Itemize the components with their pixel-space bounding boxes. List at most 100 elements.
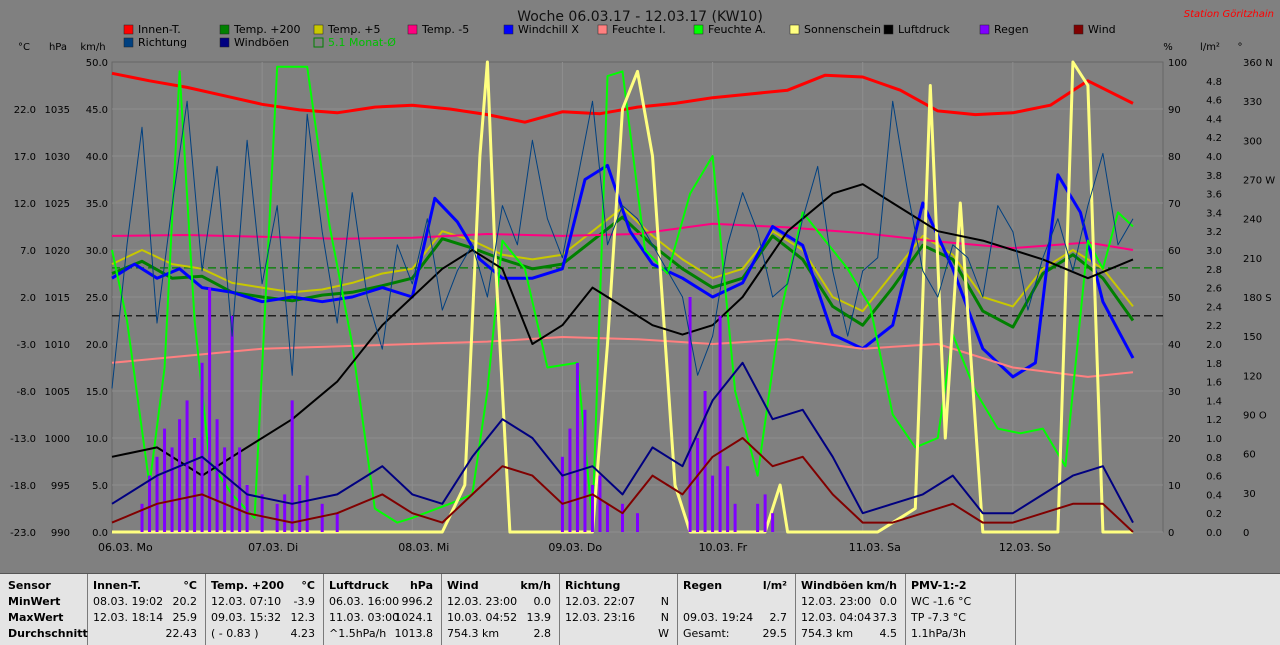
stats-cell: 09.03. 19:24 [683,611,754,624]
tick-label-temp: 12.0 [14,199,36,210]
tick-label-pressure: 1035 [45,105,70,116]
tick-label-rain: 0.0 [1206,528,1222,539]
station-label: Station Göritzhain [1184,9,1274,20]
tick-label-pressure: 1005 [45,387,70,398]
stats-panel: Regen l/m² 09.03. 19:24 2.7 Gesamt: 29.5 [677,574,796,645]
stats-value: 12.3 [290,611,316,624]
tick-label-wind: 50.0 [86,58,108,69]
stats-value: km/h [866,579,897,592]
stats-cell: 754.3 km [801,627,854,640]
tick-label-direction: 30 [1243,489,1256,500]
stats-panel: Luftdruck hPa 06.03. 16:00 996.2 11.03. 03:0… [323,574,442,645]
tick-label-direction: 180 S [1243,293,1272,304]
legend-swatch [1073,24,1084,35]
axis-unit-rain: l/m² [1200,42,1220,53]
tick-label-rain: 2.4 [1206,302,1222,313]
tick-label-rain: 0.8 [1206,453,1222,464]
tick-label-direction: 210 [1243,254,1262,265]
stats-cell: ( - 0.83 ) [211,627,259,640]
legend-label: Regen [994,23,1029,36]
tick-label-rain: 2.6 [1206,284,1222,295]
legend-label: Innen-T. [138,23,181,36]
legend-swatch [123,24,134,35]
rain-bar [283,494,287,532]
rain-bar [305,475,309,532]
legend-swatch [123,37,134,48]
axis-unit-humidity: % [1163,42,1173,53]
tick-label-humidity: 10 [1168,481,1181,492]
stats-panel: Wind km/h 12.03. 23:00 0.0 10.03. 04:52 13.9 7… [441,574,560,645]
legend-swatch [219,37,230,48]
stats-value: N [660,595,669,608]
stats-value: 996.2 [401,595,434,608]
tick-label-direction: 300 [1243,136,1262,147]
tick-label-rain: 3.0 [1206,246,1222,257]
rain-bar [583,409,587,532]
rain-bar [598,475,602,532]
stats-cell: 754.3 km [447,627,500,640]
stats-panel: Windböen km/h 12.03. 23:00 0.0 12.03. 04:04 3… [795,574,906,645]
stats-value: 13.9 [526,611,552,624]
stats-value: N [660,611,669,624]
rain-bar [140,503,144,532]
rain-bar [568,428,572,532]
stats-cell: 12.03. 23:16 [565,611,636,624]
tick-label-wind: 0.0 [92,528,108,539]
tick-label-rain: 4.0 [1206,152,1222,163]
stats-cell: 12.03. 23:00 [801,595,872,608]
rain-bar [185,400,189,532]
tick-label-rain: 0.2 [1206,509,1222,520]
stats-value: °C [183,579,197,592]
stats-value: l/m² [762,579,787,592]
stats-label-panel: Sensor MinWert MaxWert Durchschnitt [0,574,88,645]
tick-label-rain: 3.4 [1206,208,1222,219]
rain-bar [260,494,264,532]
tick-label-pressure: 1000 [45,434,70,445]
stats-cell: Gesamt: [683,627,730,640]
rain-bar [193,438,197,532]
x-tick-label: 07.03. Di [248,541,298,554]
stats-cell: Regen [683,579,723,592]
stats-value: 25.9 [172,611,198,624]
stats-cell: Luftdruck [329,579,389,592]
tick-label-rain: 4.8 [1206,77,1222,88]
legend-swatch [979,24,990,35]
tick-label-wind: 15.0 [86,387,108,398]
rain-bar [200,362,204,532]
stats-cell: WC -1.6 °C [911,595,972,608]
stats-cell: Temp. +200 [211,579,285,592]
stats-cell: 12.03. 22:07 [565,595,636,608]
x-axis: 06.03. Mo 07.03. Di 08.03. Mi 09.03. Do 10.0… [98,541,1051,554]
legend-item: Sonnenschein [789,23,881,36]
right-axes: 10090807060504030201004.84.64.44.24.03.8… [1168,58,1275,539]
legend-swatch [789,24,800,35]
tick-label-temp: 17.0 [14,152,36,163]
stats-cell: ^1.5hPa/h [329,627,387,640]
tick-label-humidity: 20 [1168,434,1181,445]
legend-swatch [407,24,418,35]
legend-label: 5.1 Monat-Ø [328,36,396,49]
legend-item: Innen-T. [123,23,181,36]
axis-unit-direction: ° [1238,42,1243,53]
legend-swatch [693,24,704,35]
stats-cell: 10.03. 04:52 [447,611,518,624]
tick-label-rain: 2.2 [1206,321,1222,332]
tick-label-pressure: 1020 [45,246,70,257]
tick-label-temp: -13.0 [10,434,36,445]
tick-label-pressure: 995 [51,481,70,492]
tick-label-temp: 2.0 [20,293,36,304]
tick-label-rain: 0.6 [1206,472,1222,483]
tick-label-pressure: 1030 [45,152,70,163]
tick-label-pressure: 990 [51,528,70,539]
legend-item: Richtung [123,36,187,49]
tick-label-direction: 90 O [1243,411,1267,422]
tick-label-temp: -8.0 [16,387,36,398]
rain-bar [620,503,624,532]
tick-label-rain: 1.0 [1206,434,1222,445]
legend-swatch [597,24,608,35]
rain-bar [208,287,212,532]
tick-label-humidity: 80 [1168,152,1181,163]
rain-bar [718,315,722,532]
tick-label-temp: 7.0 [20,246,36,257]
rain-bar [290,400,294,532]
